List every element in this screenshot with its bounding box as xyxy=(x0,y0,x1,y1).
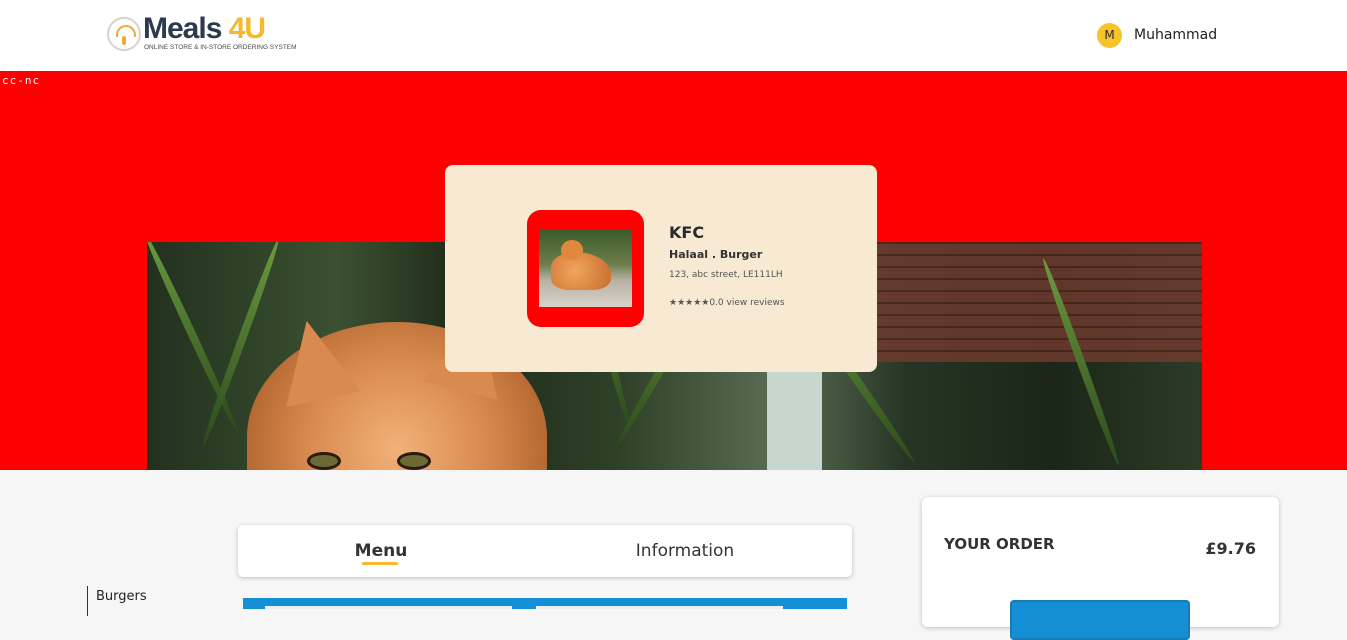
license-badge: cc-nc xyxy=(2,74,41,87)
menu-tabs: Menu Information xyxy=(238,525,852,577)
restaurant-thumbnail-image xyxy=(539,230,632,307)
order-title: YOUR ORDER xyxy=(944,535,1055,553)
user-name[interactable]: Muhammad xyxy=(1134,27,1217,43)
restaurant-address: 123, abc street, LE111LH xyxy=(669,270,783,280)
thumbnail-cat xyxy=(551,252,611,290)
tab-menu-label: Menu xyxy=(354,541,408,561)
cover-cat-ear xyxy=(269,312,361,408)
order-total: £9.76 xyxy=(1205,539,1256,558)
logo[interactable]: Meals 4U ONLINE STORE & IN-STORE ORDERIN… xyxy=(106,12,306,54)
logo-tagline: ONLINE STORE & IN-STORE ORDERING SYSTEM xyxy=(144,44,297,51)
tab-information-label: Information xyxy=(635,541,735,561)
cover-brick-wall xyxy=(867,242,1202,362)
cover-cat-eye xyxy=(397,452,431,470)
logo-main-text: Meals xyxy=(143,12,229,45)
logo-icon xyxy=(107,17,141,51)
tab-menu[interactable]: Menu xyxy=(238,525,524,577)
rating-link[interactable]: ★★★★★0.0 view reviews xyxy=(669,298,785,308)
category-list: Burgers xyxy=(87,586,147,616)
restaurant-thumbnail xyxy=(527,210,644,327)
avatar[interactable]: M xyxy=(1097,22,1122,48)
user-menu[interactable]: M Muhammad xyxy=(1097,22,1217,48)
category-item-burgers[interactable]: Burgers xyxy=(96,586,147,608)
logo-text: Meals 4U xyxy=(143,12,266,46)
tab-information[interactable]: Information xyxy=(536,525,834,577)
menu-items-area xyxy=(243,598,847,609)
cover-cat-eye xyxy=(307,452,341,470)
active-tab-indicator xyxy=(362,562,398,565)
restaurant-name: KFC xyxy=(669,223,705,242)
logo-accent-text: 4U xyxy=(228,12,266,45)
restaurant-cuisine: Halaal . Burger xyxy=(669,248,763,261)
thumbnail-cat-head xyxy=(561,240,583,260)
cover-leaf xyxy=(147,242,242,434)
restaurant-hero: cc-nc KFC Halaal . Burger 123, abc stree… xyxy=(0,71,1347,470)
top-bar: Meals 4U ONLINE STORE & IN-STORE ORDERIN… xyxy=(0,0,1347,71)
restaurant-info-card: KFC Halaal . Burger 123, abc street, LE1… xyxy=(445,165,877,372)
order-panel: YOUR ORDER £9.76 xyxy=(922,497,1279,640)
checkout-button[interactable] xyxy=(1010,600,1190,640)
